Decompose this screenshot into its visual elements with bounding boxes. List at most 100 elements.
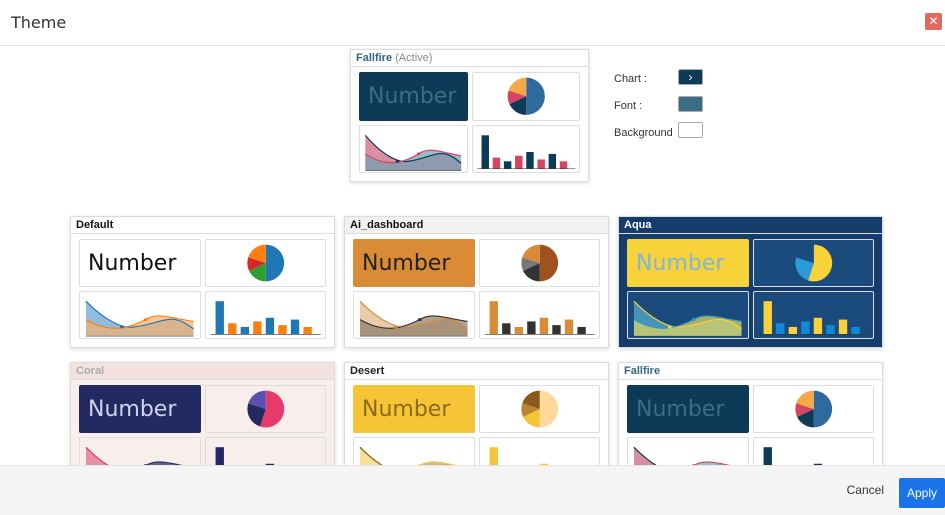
theme-card-coral[interactable]: Coral Number [70,362,335,465]
area-series-a [85,447,108,465]
bar [763,301,772,335]
background-color-label: Background [614,127,673,139]
area-chart-tile [79,291,201,339]
bar [763,447,772,465]
theme-card-title: Fallfire [619,363,882,380]
theme-card-title: Aqua [619,217,882,234]
number-tile: Number [353,239,475,287]
area-chart-tile [627,291,749,339]
pie-chart-tile [471,72,580,121]
number-tile: Number [79,385,201,433]
pie-chart-tile [204,239,326,287]
bar [559,160,567,169]
theme-card-default[interactable]: Default Number [70,216,335,348]
bar-chart-tile [752,437,874,465]
bar [492,157,500,169]
font-color-swatch[interactable] [678,96,703,112]
theme-card-ai-dashboard[interactable]: Ai_dashboard Number [344,216,609,348]
bar-chart-tile [752,291,874,339]
line-point [393,325,398,329]
pie-chart-tile [752,385,874,433]
area-chart-tile [353,437,475,465]
pie-slice [813,390,832,428]
bar [481,134,489,169]
bar [514,326,523,335]
bar [850,326,860,335]
bar [526,321,536,335]
bar [227,323,236,335]
close-button[interactable]: ✕ [925,13,942,30]
active-theme-title: Fallfire (Active) [351,50,588,67]
chart-color-label: Chart : [614,73,648,85]
active-preview-grid: Number [359,72,580,173]
line-point [395,159,399,163]
cancel-button[interactable]: Cancel [847,483,884,497]
theme-preview-grid: Number [627,385,874,465]
bar [548,153,556,169]
theme-card-fallfire[interactable]: Fallfire Number [618,362,883,465]
bar [551,325,561,335]
theme-card-title: Coral [71,363,334,380]
area-chart-tile [353,291,475,339]
active-theme-name: Fallfire [356,52,393,64]
area-chart-tile [627,437,749,465]
theme-card-aqua[interactable]: Aqua Number [618,216,883,348]
bar [838,319,847,335]
area-chart-tile [79,437,201,465]
number-tile: Number [359,72,468,121]
apply-button[interactable]: Apply [899,478,945,508]
number-tile: Number [627,239,749,287]
pie-slice [539,390,558,428]
line-point [691,318,696,322]
pie-chart-tile [204,385,326,433]
active-theme-preview: Fallfire (Active) Number [350,49,589,182]
number-tile: Number [353,385,475,433]
theme-card-title: Desert [345,363,608,380]
chevron-right-icon[interactable]: › [689,70,693,84]
bar [290,319,299,335]
pie-chart-tile [478,239,600,287]
bar [564,319,573,335]
bar [302,326,312,335]
bar [240,326,249,335]
bar-chart-tile [471,124,580,173]
bar [825,325,835,335]
number-tile: Number [627,385,749,433]
line-point [119,325,124,329]
dialog-title: Theme [11,13,67,32]
bar [215,447,224,465]
bar [788,326,797,335]
line-point [667,325,672,329]
theme-card-title: Ai_dashboard [345,217,608,234]
bar [576,326,586,335]
chart-color-swatch[interactable]: › [678,69,703,85]
theme-preview-grid: Number [627,239,874,339]
font-color-label: Font : [614,100,643,112]
bar [514,155,523,169]
theme-gallery: Fallfire (Active) Number Chart : › Font … [0,47,945,465]
bar-chart-tile [478,437,600,465]
theme-card-desert[interactable]: Desert Number [344,362,609,465]
number-tile: Number [79,239,201,287]
area-series-a [359,447,382,465]
bar-chart-tile [478,291,600,339]
bar [277,325,287,335]
bar [536,158,545,169]
dialog-footer: Cancel Apply [0,465,945,515]
area-series-a [633,447,656,465]
pie-slice [539,244,558,282]
active-theme-suffix: (Active) [395,52,433,64]
bar [503,160,511,169]
bar [775,323,784,335]
bar [800,321,810,335]
bar [265,317,274,335]
pie-chart-tile [752,239,874,287]
close-icon[interactable]: ✕ [928,14,938,28]
theme-preview-grid: Number [79,239,326,339]
pie-slice [265,244,284,282]
background-color-swatch[interactable] [678,122,703,138]
dialog-header: Theme ✕ [0,0,945,46]
line-point [417,318,422,322]
pie-slice [525,77,545,115]
pie-chart-tile [478,385,600,433]
